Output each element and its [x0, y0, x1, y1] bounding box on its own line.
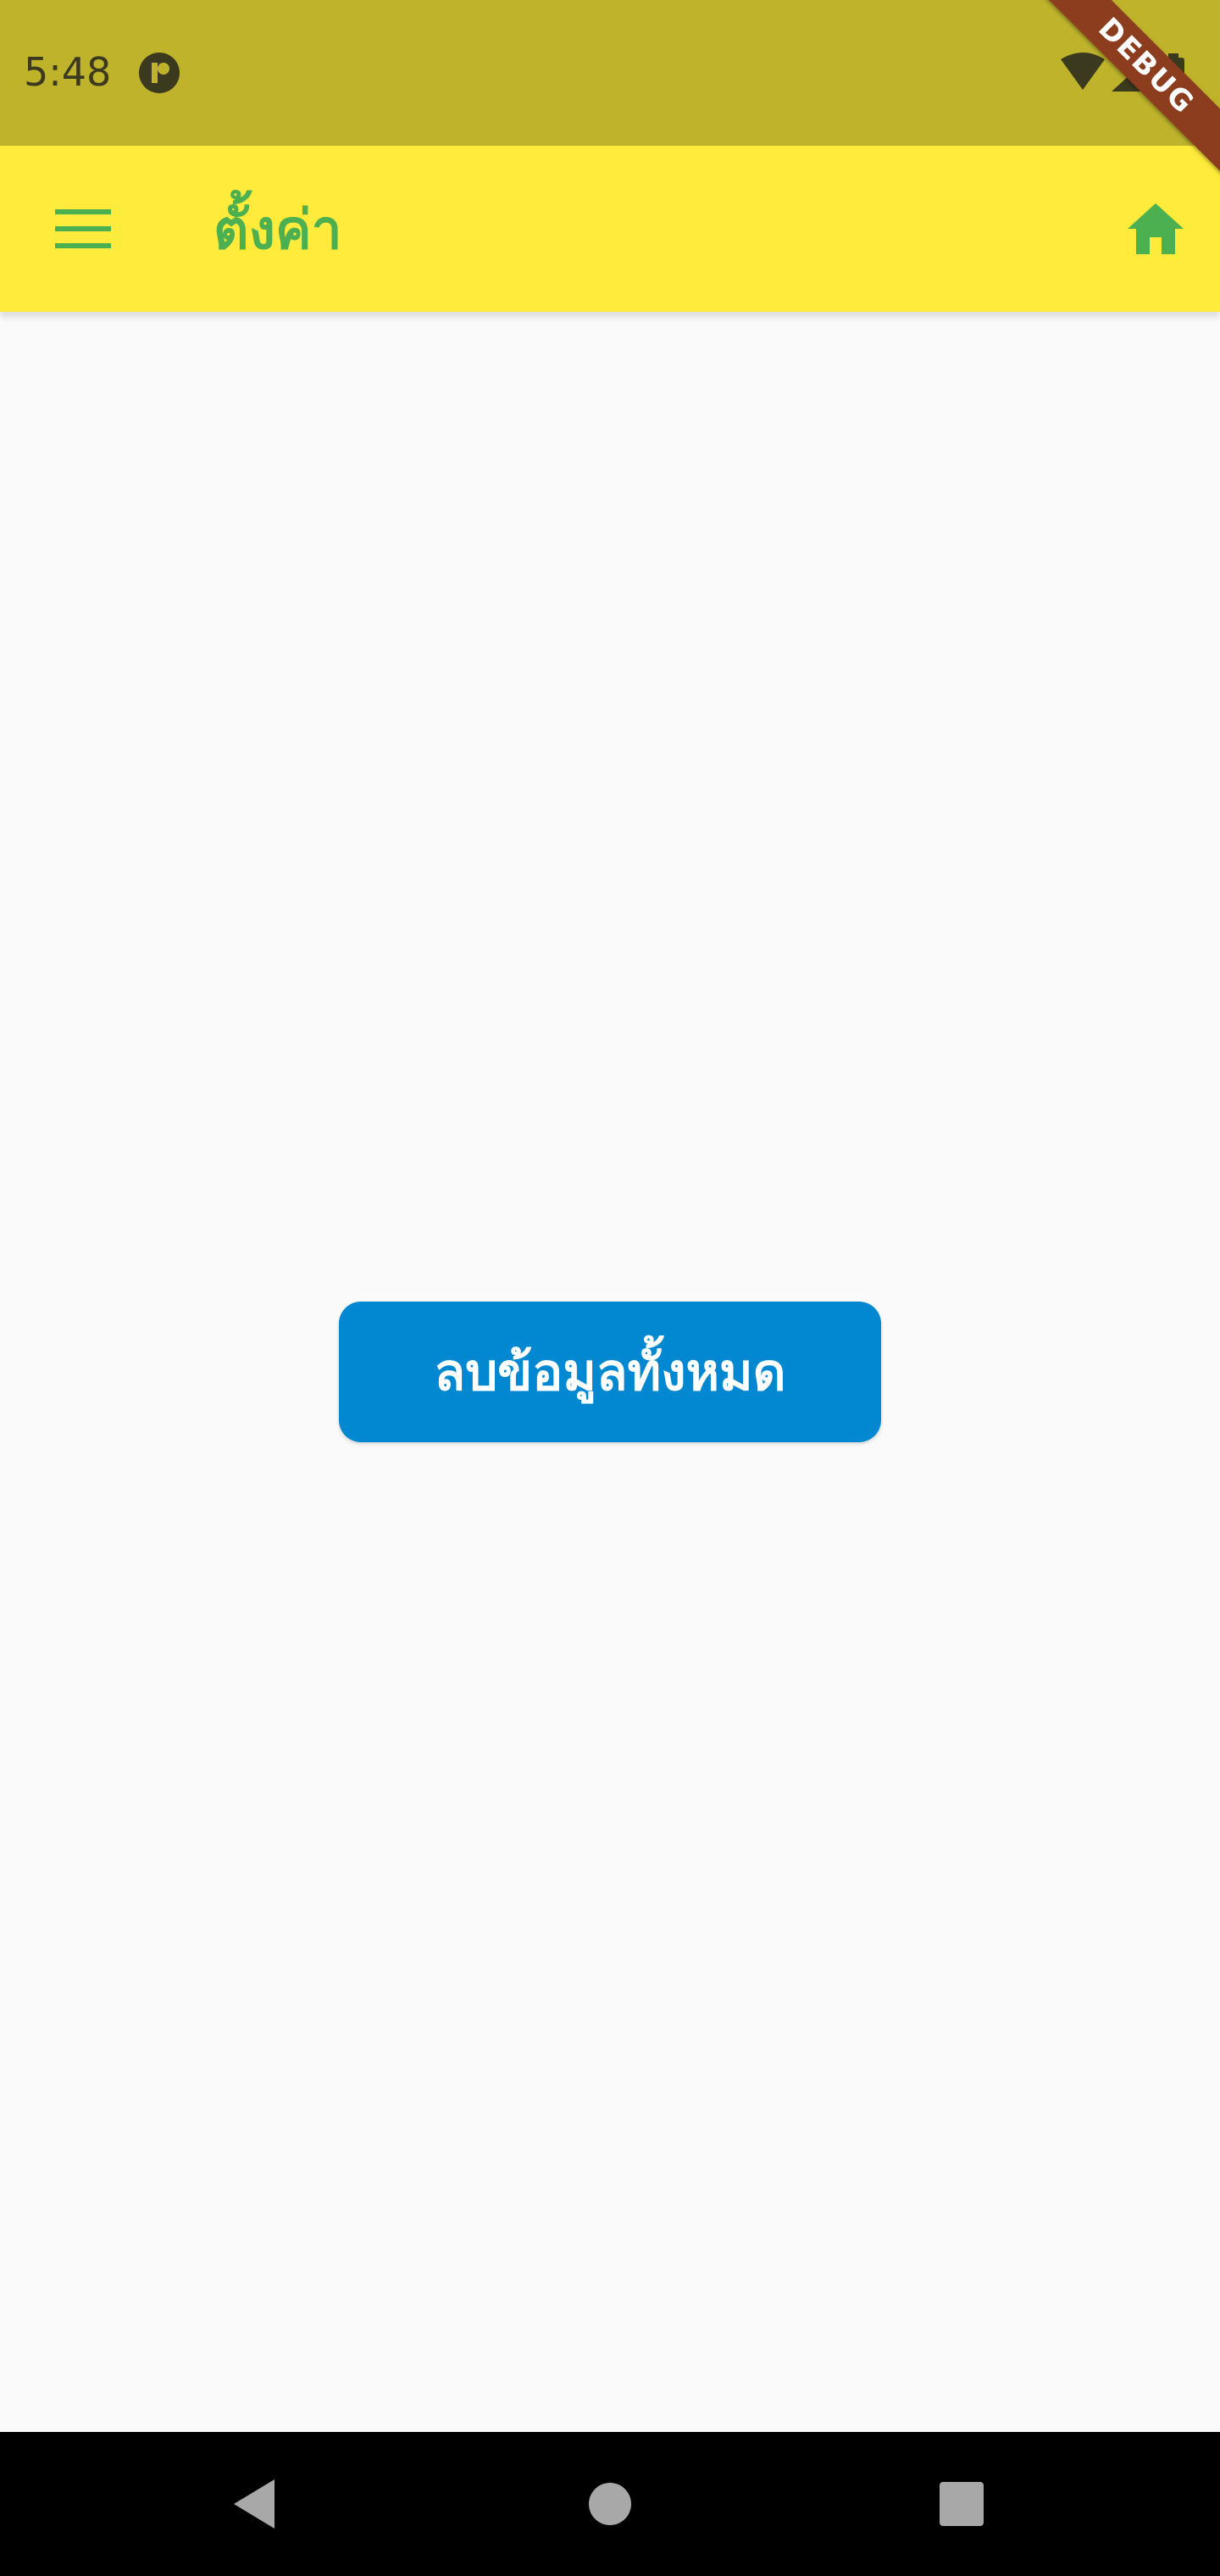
- nav-recents-button[interactable]: [919, 2462, 1004, 2546]
- clear-all-data-button[interactable]: ลบข้อมูลทั้งหมด: [339, 1302, 881, 1442]
- wifi-icon: [1061, 53, 1105, 90]
- recents-icon: [940, 2482, 984, 2526]
- home-icon: [1128, 203, 1184, 254]
- menu-button[interactable]: [44, 190, 122, 268]
- home-circle-icon: [589, 2483, 631, 2525]
- status-bar: 5:48: [0, 0, 1220, 146]
- app-bar: ตั้งค่า: [0, 146, 1220, 312]
- home-button[interactable]: [1115, 190, 1196, 268]
- nav-back-button[interactable]: [212, 2462, 297, 2546]
- back-icon: [234, 2479, 274, 2529]
- system-navigation-bar: [0, 2432, 1220, 2576]
- page-title: ตั้งค่า: [214, 199, 342, 262]
- menu-icon: [55, 209, 111, 248]
- status-time: 5:48: [24, 49, 112, 95]
- main-content: ลบข้อมูลทั้งหมด: [0, 312, 1220, 2432]
- nav-home-button[interactable]: [568, 2462, 652, 2546]
- app-notification-icon: [139, 53, 180, 93]
